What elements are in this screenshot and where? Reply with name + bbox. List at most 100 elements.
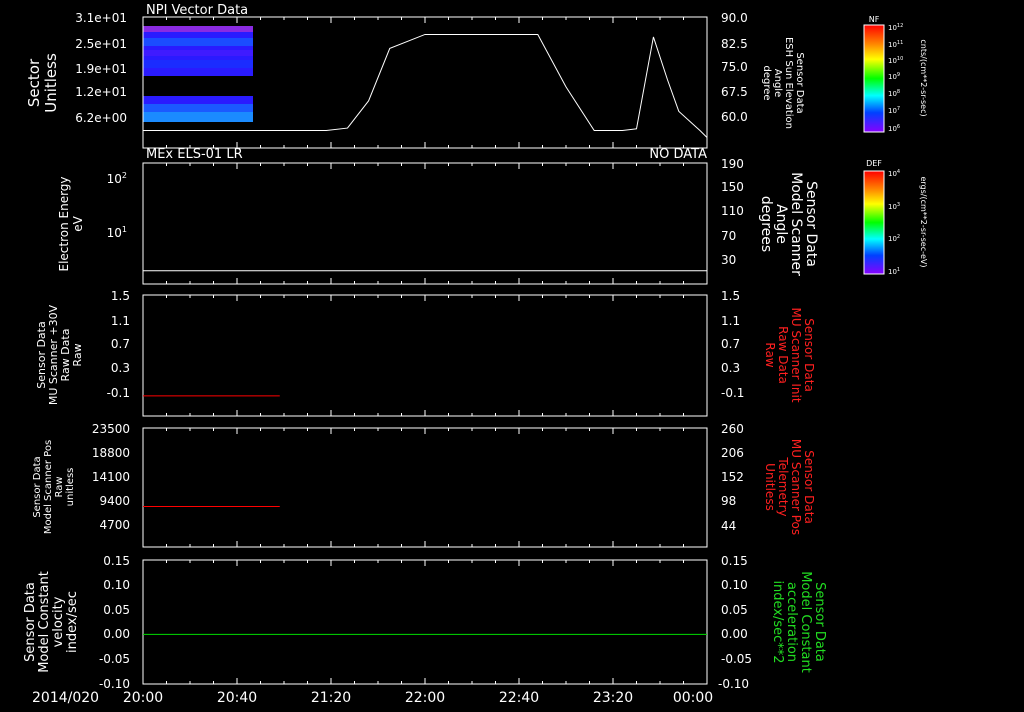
cb-tick: 102: [888, 234, 900, 243]
ylabel-line: ESH Sun Elevation: [783, 37, 794, 129]
p3-left-tick: -0.1: [107, 386, 130, 400]
x-tick-label: 20:40: [217, 690, 257, 706]
plot-stage: NPI Vector Data 3.1e+01 2.5e+01 1.9e+01 …: [0, 0, 1024, 708]
panel-5-right-ylabel: Sensor Data Model Constant acceleration …: [770, 571, 827, 673]
p5-right-tick: -0.10: [718, 677, 749, 691]
ylabel-line: Model Constant: [37, 571, 52, 673]
p3-right-tick: 1.1: [721, 314, 740, 328]
panel-2: MEx ELS-01 LR NO DATA 102 101 190 150 11…: [57, 147, 819, 285]
panel-3-right-ylabel: Sensor Data MU Scanner Init Raw Data Raw: [763, 307, 816, 402]
x-tick-label: 00:00: [673, 690, 713, 706]
panel-3-left-ticks: 1.5 1.1 0.7 0.3 -0.1: [107, 289, 130, 400]
panel-4: 23500 18800 14100 9400 4700 260 206 152 …: [32, 422, 816, 548]
ylabel-line: Angle: [772, 69, 783, 97]
ylabel-line: velocity: [51, 596, 66, 647]
ylabel-line: Model Constant: [798, 571, 813, 673]
ylabel-line: Unitless: [42, 53, 60, 113]
panel-2-title: MEx ELS-01 LR: [146, 147, 243, 162]
p2-right-tick: 150: [721, 180, 744, 194]
p5-left-tick: 0.00: [103, 627, 130, 641]
ylabel-line: Raw: [71, 343, 84, 366]
panel-1: NPI Vector Data 3.1e+01 2.5e+01 1.9e+01 …: [25, 3, 805, 149]
p5-left-tick: 0.05: [103, 603, 130, 617]
ylabel-line: Sector: [25, 58, 43, 107]
p4-right-tick: 152: [721, 470, 744, 484]
panel-3-left-ylabel: Sensor Data MU Scanner +30V Raw Data Raw: [35, 304, 84, 405]
cb-tick: 103: [888, 202, 900, 211]
ylabel-line: Electron Energy: [57, 176, 71, 271]
p3-right-tick: 0.3: [721, 361, 740, 375]
colorbar-nf-label: NF: [869, 15, 880, 24]
p1-right-tick: 67.5: [721, 85, 748, 99]
panel-3-frame: [142, 294, 708, 417]
colorbar-nf-unit: cnts/(cm**2-sr-sec): [919, 39, 928, 116]
panel-2-status: NO DATA: [649, 147, 707, 162]
panel-5-right-ticks: 0.15 0.10 0.05 0.00 -0.05 -0.10: [718, 554, 752, 691]
p4-right-tick: 260: [721, 422, 744, 436]
p1-right-tick: 82.5: [721, 37, 748, 51]
x-tick-label: 21:20: [311, 690, 351, 706]
p3-right-tick: 1.5: [721, 289, 740, 303]
ylabel-line: MU Scanner Pos: [789, 439, 803, 535]
p3-left-tick: 0.7: [111, 337, 130, 351]
x-tick-label: 20:00: [123, 690, 163, 706]
ylabel-line: Angle: [773, 204, 789, 244]
colorbar-def-label: DEF: [866, 159, 882, 168]
panel-5-left-ticks: 0.15 0.10 0.05 0.00 -0.05 -0.10: [99, 554, 130, 691]
p1-right-tick: 75.0: [721, 60, 748, 74]
colorbar-nf-ticks: 1012 1011 1010 109 108 107 106: [888, 23, 903, 133]
x-axis: 2014/020 20:00 20:40 21:20 22:00 22:40 2…: [32, 690, 713, 706]
ylabel-line: Sensor Data: [802, 318, 816, 392]
panel-4-left-ylabel: Sensor Data Model Scanner Pos Raw unitle…: [32, 440, 76, 534]
ylabel-line: Sensor Data: [802, 450, 816, 524]
ylabel-line: Unitless: [763, 463, 777, 511]
p1-left-tick: 1.2e+01: [75, 85, 127, 99]
p5-left-tick: -0.05: [99, 652, 130, 666]
cb-tick: 101: [888, 267, 900, 276]
p1-left-tick: 1.9e+01: [75, 62, 127, 76]
panel-2-left-ylabel: Electron Energy eV: [57, 176, 85, 271]
p2-right-tick: 190: [721, 157, 744, 171]
panel-4-right-ticks: 260 206 152 98 44: [721, 422, 744, 533]
p3-left-tick: 1.1: [111, 314, 130, 328]
panel-5-left-ylabel: Sensor Data Model Constant velocity inde…: [23, 571, 80, 673]
panel-4-left-ticks: 23500 18800 14100 9400 4700: [92, 422, 130, 532]
p3-right-tick: 0.7: [721, 337, 740, 351]
ylabel-line: Model Scanner Pos: [43, 440, 54, 534]
ylabel-line: degrees: [758, 196, 774, 252]
p4-left-tick: 9400: [99, 494, 130, 508]
cb-tick: 106: [888, 124, 900, 133]
p4-right-tick: 44: [721, 519, 736, 533]
p1-left-tick: 3.1e+01: [75, 11, 127, 25]
cb-tick: 107: [888, 106, 900, 115]
ylabel-line: unitless: [65, 468, 76, 507]
ylabel-line: Raw: [54, 476, 65, 497]
panel-3: 1.5 1.1 0.7 0.3 -0.1 1.5 1.1 0.7 0.3 -0.…: [35, 289, 816, 417]
x-date-label: 2014/020: [32, 690, 99, 706]
p2-right-tick: 30: [721, 253, 736, 267]
p1-left-tick: 2.5e+01: [75, 37, 127, 51]
p2-right-tick: 70: [721, 229, 736, 243]
ylabel-line: degree: [761, 65, 772, 100]
p3-left-tick: 1.5: [111, 289, 130, 303]
colorbar-nf: NF 1012 1011 1010 109 108 107 106 cnts/(…: [863, 15, 928, 133]
p4-left-tick: 14100: [92, 470, 130, 484]
cb-tick: 104: [888, 169, 900, 178]
ylabel-line: Telemetry: [776, 456, 790, 516]
colorbar-def-ticks: 104 103 102 101: [888, 169, 900, 276]
multi-panel-plot: NPI Vector Data 3.1e+01 2.5e+01 1.9e+01 …: [23, 3, 928, 706]
p3-left-tick: 0.3: [111, 361, 130, 375]
cb-tick: 1012: [888, 23, 903, 32]
panel-1-title: NPI Vector Data: [146, 3, 248, 18]
p4-left-tick: 4700: [99, 518, 130, 532]
ylabel-line: Sensor Data: [23, 582, 38, 662]
p4-right-tick: 206: [721, 446, 744, 460]
x-tick-label: 22:40: [499, 690, 539, 706]
panel-5: 0.15 0.10 0.05 0.00 -0.05 -0.10 0.15 0.1…: [23, 554, 827, 691]
ylabel-line: Sensor Data: [32, 456, 43, 517]
p2-right-tick: 110: [721, 204, 744, 218]
panel-1-heatmap: [143, 26, 253, 122]
p5-right-tick: 0.00: [721, 627, 748, 641]
p4-left-tick: 23500: [92, 422, 130, 436]
p5-right-tick: 0.05: [721, 603, 748, 617]
